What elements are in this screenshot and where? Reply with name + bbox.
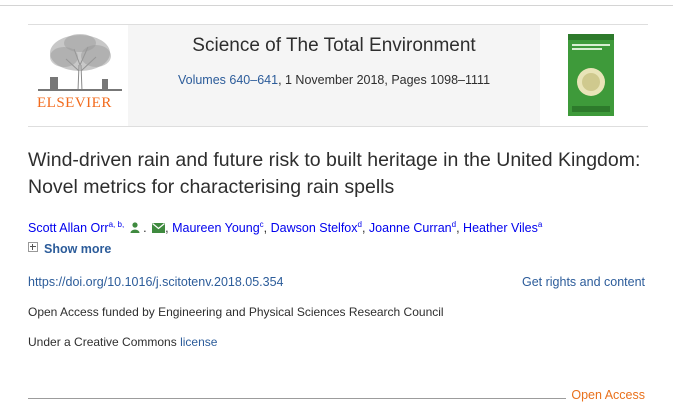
volume-details: , 1 November 2018, Pages 1098–1111 [278, 73, 491, 87]
license-link[interactable]: license [180, 335, 217, 349]
show-more-button[interactable]: Show more [28, 242, 111, 256]
author-link[interactable]: Maureen Youngc [172, 220, 264, 235]
author-link[interactable]: Heather Vilesa [463, 220, 542, 235]
elsevier-tree-logo [38, 34, 122, 92]
author-link[interactable]: Dawson Stelfoxd [271, 220, 362, 235]
volume-link[interactable]: Volumes 640–641 [178, 73, 278, 87]
elsevier-wordmark: ELSEVIER [37, 95, 112, 111]
journal-info: Science of The Total Environment Volumes… [128, 25, 540, 126]
person-icon[interactable] [130, 222, 140, 234]
journal-header: ELSEVIER Science of The Total Environmen… [28, 24, 648, 127]
author-link[interactable]: Scott Allan Orra, b, [28, 220, 124, 235]
journal-cover[interactable] [540, 25, 648, 126]
section-divider [28, 398, 566, 399]
show-more-label: Show more [44, 242, 112, 256]
mail-icon[interactable] [152, 223, 166, 234]
author-link[interactable]: Joanne Currand [369, 220, 456, 235]
license-prefix: Under a Creative Commons [28, 335, 181, 349]
funding-statement: Open Access funded by Engineering and Ph… [28, 305, 444, 319]
journal-cover-image [568, 34, 614, 116]
doi-link[interactable]: https://doi.org/10.1016/j.scitotenv.2018… [28, 275, 284, 289]
top-divider [0, 0, 673, 6]
journal-volume: Volumes 640–641, 1 November 2018, Pages … [128, 73, 540, 87]
open-access-badge: Open Access [571, 388, 645, 402]
license-statement: Under a Creative Commons license [28, 335, 217, 349]
article-title: Wind-driven rain and future risk to buil… [28, 149, 641, 198]
rights-link[interactable]: Get rights and content [522, 275, 645, 289]
elsevier-logo[interactable]: ELSEVIER [28, 25, 128, 126]
journal-title[interactable]: Science of The Total Environment [128, 35, 540, 57]
plus-icon [28, 242, 38, 252]
author-list: Scott Allan Orra, b, . , Maureen Youngc,… [28, 220, 543, 236]
